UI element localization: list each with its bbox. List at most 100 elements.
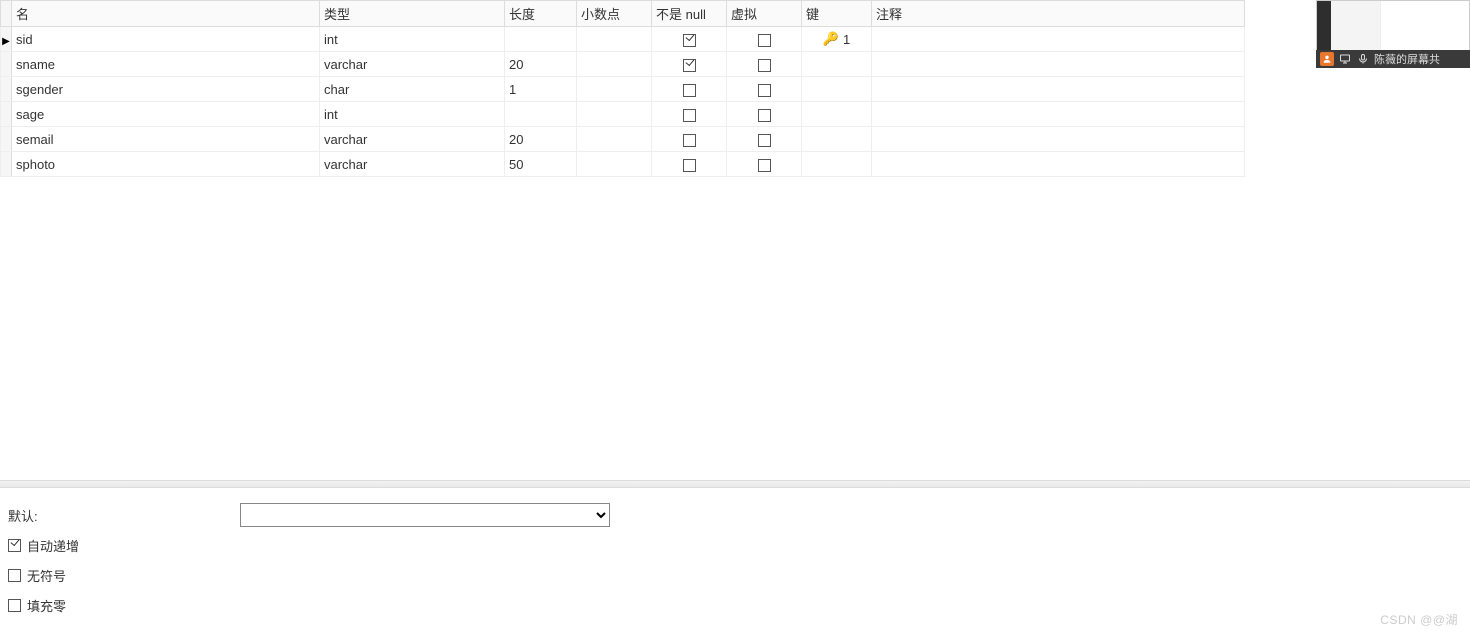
- cell-length[interactable]: 20: [505, 52, 577, 77]
- cell-key[interactable]: [802, 77, 872, 102]
- field-properties-panel: 默认: 自动递增 无符号 填充零: [8, 500, 1462, 620]
- cell-name[interactable]: sage: [12, 102, 320, 127]
- cell-virtual-checkbox[interactable]: [758, 59, 771, 72]
- key-number: 1: [843, 32, 850, 47]
- cell-length[interactable]: [505, 102, 577, 127]
- row-marker[interactable]: [1, 77, 12, 102]
- screen-icon[interactable]: [1338, 52, 1352, 66]
- cell-key[interactable]: [802, 127, 872, 152]
- cell-virtual-checkbox[interactable]: [758, 34, 771, 47]
- zerofill-checkbox[interactable]: [8, 599, 21, 612]
- cell-notnull[interactable]: [652, 27, 727, 52]
- cell-decimals[interactable]: [577, 27, 652, 52]
- cell-virtual[interactable]: [727, 52, 802, 77]
- cell-key[interactable]: [802, 152, 872, 177]
- header-type[interactable]: 类型: [320, 1, 505, 27]
- cell-notnull[interactable]: [652, 77, 727, 102]
- cell-comment[interactable]: [872, 52, 1245, 77]
- cell-comment[interactable]: [872, 102, 1245, 127]
- table-row[interactable]: ▶sidint🔑1: [1, 27, 1245, 52]
- default-label: 默认:: [8, 506, 240, 525]
- cell-virtual-checkbox[interactable]: [758, 134, 771, 147]
- cell-name[interactable]: sphoto: [12, 152, 320, 177]
- table-row[interactable]: snamevarchar20: [1, 52, 1245, 77]
- header-length[interactable]: 长度: [505, 1, 577, 27]
- cell-length[interactable]: 1: [505, 77, 577, 102]
- cell-type[interactable]: varchar: [320, 152, 505, 177]
- share-user-name: 陈薇的屏幕共: [1374, 51, 1440, 67]
- cell-virtual[interactable]: [727, 152, 802, 177]
- table-row[interactable]: sageint: [1, 102, 1245, 127]
- cell-length[interactable]: 20: [505, 127, 577, 152]
- cell-decimals[interactable]: [577, 77, 652, 102]
- cell-notnull-checkbox[interactable]: [683, 109, 696, 122]
- columns-table-wrapper: 名 类型 长度 小数点 不是 null 虚拟 键 注释 ▶sidint🔑1sna…: [0, 0, 1245, 177]
- cell-decimals[interactable]: [577, 152, 652, 177]
- columns-table: 名 类型 长度 小数点 不是 null 虚拟 键 注释 ▶sidint🔑1sna…: [0, 0, 1245, 177]
- cell-name[interactable]: semail: [12, 127, 320, 152]
- mic-icon[interactable]: [1356, 52, 1370, 66]
- unsigned-checkbox[interactable]: [8, 569, 21, 582]
- table-row[interactable]: sphotovarchar50: [1, 152, 1245, 177]
- cell-virtual[interactable]: [727, 77, 802, 102]
- cell-virtual-checkbox[interactable]: [758, 109, 771, 122]
- cell-decimals[interactable]: [577, 102, 652, 127]
- cell-virtual-checkbox[interactable]: [758, 159, 771, 172]
- cell-notnull-checkbox[interactable]: [683, 159, 696, 172]
- panel-divider[interactable]: [0, 480, 1470, 488]
- cell-decimals[interactable]: [577, 52, 652, 77]
- auto-increment-checkbox[interactable]: [8, 539, 21, 552]
- active-row-icon: ▶: [2, 36, 10, 47]
- row-marker[interactable]: ▶: [1, 27, 12, 52]
- header-notnull[interactable]: 不是 null: [652, 1, 727, 27]
- cell-virtual[interactable]: [727, 127, 802, 152]
- unsigned-label: 无符号: [27, 566, 66, 585]
- cell-virtual[interactable]: [727, 27, 802, 52]
- header-decimals[interactable]: 小数点: [577, 1, 652, 27]
- table-row[interactable]: sgenderchar1: [1, 77, 1245, 102]
- cell-virtual-checkbox[interactable]: [758, 84, 771, 97]
- header-key[interactable]: 键: [802, 1, 872, 27]
- user-icon[interactable]: [1320, 52, 1334, 66]
- cell-decimals[interactable]: [577, 127, 652, 152]
- cell-type[interactable]: char: [320, 77, 505, 102]
- cell-comment[interactable]: [872, 27, 1245, 52]
- row-marker[interactable]: [1, 127, 12, 152]
- cell-notnull-checkbox[interactable]: [683, 34, 696, 47]
- cell-notnull-checkbox[interactable]: [683, 84, 696, 97]
- cell-comment[interactable]: [872, 127, 1245, 152]
- cell-type[interactable]: varchar: [320, 127, 505, 152]
- cell-virtual[interactable]: [727, 102, 802, 127]
- cell-name[interactable]: sid: [12, 27, 320, 52]
- table-row[interactable]: semailvarchar20: [1, 127, 1245, 152]
- cell-comment[interactable]: [872, 77, 1245, 102]
- cell-length[interactable]: [505, 27, 577, 52]
- row-marker[interactable]: [1, 152, 12, 177]
- header-comment[interactable]: 注释: [872, 1, 1245, 27]
- zerofill-label: 填充零: [27, 596, 66, 615]
- cell-comment[interactable]: [872, 152, 1245, 177]
- row-marker[interactable]: [1, 52, 12, 77]
- cell-notnull[interactable]: [652, 127, 727, 152]
- default-select[interactable]: [240, 503, 610, 527]
- cell-key[interactable]: [802, 52, 872, 77]
- key-icon: 🔑: [823, 31, 839, 47]
- cell-length[interactable]: 50: [505, 152, 577, 177]
- cell-key[interactable]: 🔑1: [802, 27, 872, 52]
- cell-notnull[interactable]: [652, 102, 727, 127]
- header-name[interactable]: 名: [12, 1, 320, 27]
- cell-notnull-checkbox[interactable]: [683, 59, 696, 72]
- cell-type[interactable]: int: [320, 27, 505, 52]
- cell-type[interactable]: int: [320, 102, 505, 127]
- auto-increment-label: 自动递增: [27, 536, 79, 555]
- cell-type[interactable]: varchar: [320, 52, 505, 77]
- cell-notnull[interactable]: [652, 152, 727, 177]
- cell-notnull-checkbox[interactable]: [683, 134, 696, 147]
- screen-share-toolbar[interactable]: 陈薇的屏幕共: [1316, 50, 1470, 68]
- cell-name[interactable]: sgender: [12, 77, 320, 102]
- cell-name[interactable]: sname: [12, 52, 320, 77]
- cell-notnull[interactable]: [652, 52, 727, 77]
- cell-key[interactable]: [802, 102, 872, 127]
- header-virtual[interactable]: 虚拟: [727, 1, 802, 27]
- row-marker[interactable]: [1, 102, 12, 127]
